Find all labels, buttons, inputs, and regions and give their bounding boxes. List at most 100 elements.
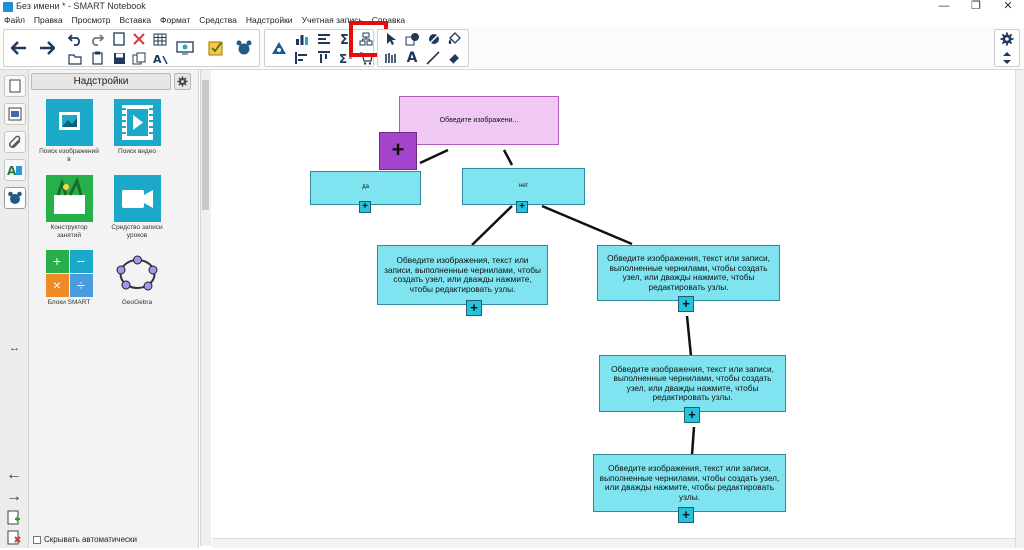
align-top-icon[interactable]	[315, 50, 333, 66]
addon-video-search[interactable]: Поиск видео	[106, 99, 168, 156]
redo-icon[interactable]	[88, 31, 106, 47]
concept-node-yes[interactable]: да	[310, 171, 421, 205]
add-node-button[interactable]: +	[359, 201, 371, 213]
whiteboard-canvas[interactable]: Обведите изображени... + да + нет + Обве…	[212, 70, 1015, 546]
forward-arrow-icon[interactable]	[38, 40, 56, 56]
pen-icon[interactable]	[382, 50, 400, 66]
back-arrow-icon[interactable]	[10, 40, 28, 56]
window-title: Без имени * - SMART Notebook	[16, 1, 146, 11]
shape-icon[interactable]	[424, 31, 442, 47]
minimize-button[interactable]: —	[930, 0, 958, 13]
maximize-button[interactable]: ❐	[962, 0, 990, 13]
menu-addons[interactable]: Надстройки	[246, 14, 293, 27]
autohide-option[interactable]: Скрывать автоматически	[33, 535, 137, 544]
undo-icon[interactable]	[66, 31, 84, 47]
text-recognition-icon[interactable]: A	[151, 50, 169, 66]
addon-label: GeoGebra	[121, 299, 153, 306]
menu-tools[interactable]: Средства	[199, 14, 237, 27]
add-node-button[interactable]: +	[678, 296, 694, 312]
add-node-button[interactable]: +	[379, 132, 417, 170]
menu-file[interactable]: Файл	[4, 14, 25, 27]
close-button[interactable]: ✕	[994, 0, 1022, 13]
save-icon[interactable]	[110, 50, 128, 66]
autohide-checkbox[interactable]	[33, 535, 41, 544]
select-icon[interactable]	[382, 31, 400, 47]
gallery-icon[interactable]	[4, 103, 26, 125]
align-icon[interactable]	[315, 31, 333, 47]
previous-page-button[interactable]: ←	[6, 466, 22, 484]
left-tab-strip: A ↔ ← →	[0, 70, 29, 548]
addon-smart-blocks[interactable]: + − × ÷ Блоки SMART	[38, 250, 100, 307]
smart-blocks-icon: + − × ÷	[45, 250, 93, 297]
addon-label: Поиск изображений в	[39, 148, 99, 163]
align-left-icon[interactable]	[293, 50, 311, 66]
shape-select-icon[interactable]	[403, 31, 421, 47]
canvas-scrollbar[interactable]	[1015, 70, 1024, 548]
fill-icon[interactable]	[445, 31, 463, 47]
addon-label: Конструктор занятий	[50, 224, 88, 239]
duplicate-icon[interactable]	[130, 50, 148, 66]
page-sorter-icon[interactable]	[4, 75, 26, 97]
concept-node-no[interactable]: нет	[462, 168, 585, 205]
autohide-label: Скрывать автоматически	[44, 535, 138, 544]
concept-node[interactable]: Обведите изображения, текст или записи, …	[597, 245, 780, 301]
expand-icon[interactable]	[998, 50, 1016, 66]
toolbar-group-tools: A	[377, 29, 469, 67]
addon-image-search[interactable]: Поиск изображений в	[38, 99, 100, 163]
geogebra-icon	[114, 250, 161, 297]
panel-scroll-thumb[interactable]	[202, 80, 209, 210]
chart-icon[interactable]	[293, 31, 311, 47]
toolbar-group-settings	[994, 29, 1020, 67]
addon-label: Блоки SMART	[47, 299, 91, 306]
canvas-bottom-bar	[212, 538, 1015, 548]
image-search-icon	[45, 99, 93, 146]
add-node-button[interactable]: +	[466, 300, 482, 316]
text-icon[interactable]: A	[403, 50, 421, 66]
toolbar-group-general: A	[3, 29, 260, 67]
addon-label: Поиск видео	[118, 148, 156, 155]
properties-icon[interactable]: A	[4, 159, 26, 181]
add-page-icon[interactable]	[7, 510, 21, 530]
response-icon[interactable]	[207, 40, 225, 56]
concept-node[interactable]: Обведите изображения, текст или записи, …	[599, 355, 786, 412]
menu-view[interactable]: Просмотр	[72, 14, 111, 27]
main-toolbar: A Σ Σ A	[0, 21, 1024, 70]
attachments-icon[interactable]	[4, 131, 26, 153]
addon-geogebra[interactable]: GeoGebra	[106, 250, 168, 307]
new-page-icon[interactable]	[110, 31, 128, 47]
svg-text:A: A	[153, 53, 162, 65]
svg-text:Σ: Σ	[340, 33, 349, 46]
concept-node[interactable]: Обведите изображения, текст или записи, …	[593, 454, 786, 512]
resize-handle-icon[interactable]: ↔	[9, 342, 20, 354]
menu-edit[interactable]: Правка	[34, 14, 63, 27]
addons-tab-icon[interactable]	[4, 187, 26, 209]
line-icon[interactable]	[424, 50, 442, 66]
delete-icon[interactable]	[130, 31, 148, 47]
svg-text:A: A	[7, 164, 17, 177]
addon-lesson-builder[interactable]: Конструктор занятий	[38, 175, 100, 239]
paste-icon[interactable]	[88, 50, 106, 66]
lesson-builder-icon	[45, 175, 93, 222]
delete-page-icon[interactable]	[7, 530, 21, 550]
addons-icon[interactable]	[235, 40, 253, 56]
add-node-button[interactable]: +	[678, 507, 694, 523]
eraser-icon[interactable]	[445, 50, 463, 66]
add-node-button[interactable]: +	[684, 407, 700, 423]
table-icon[interactable]	[151, 31, 169, 47]
panel-settings-icon[interactable]	[174, 73, 191, 90]
menu-insert[interactable]: Вставка	[119, 14, 151, 27]
concept-node[interactable]: Обведите изображения, текст или записи, …	[377, 245, 548, 305]
screen-icon[interactable]	[176, 40, 194, 56]
settings-gear-icon[interactable]	[998, 31, 1016, 47]
addon-label: Средство записи уроков	[111, 224, 163, 239]
open-icon[interactable]	[66, 50, 84, 66]
lab-icon[interactable]	[270, 40, 288, 56]
addon-lesson-recorder[interactable]: Средство записи уроков	[106, 175, 168, 239]
menu-format[interactable]: Формат	[160, 14, 190, 27]
add-node-button[interactable]: +	[516, 201, 528, 213]
video-search-icon	[113, 99, 161, 146]
title-bar: Без имени * - SMART Notebook — ❐ ✕	[0, 0, 1024, 14]
concept-node-root[interactable]: Обведите изображени...	[399, 96, 559, 145]
next-page-button[interactable]: →	[6, 488, 22, 506]
menu-bar: Файл Правка Просмотр Вставка Формат Сред…	[0, 14, 1024, 27]
